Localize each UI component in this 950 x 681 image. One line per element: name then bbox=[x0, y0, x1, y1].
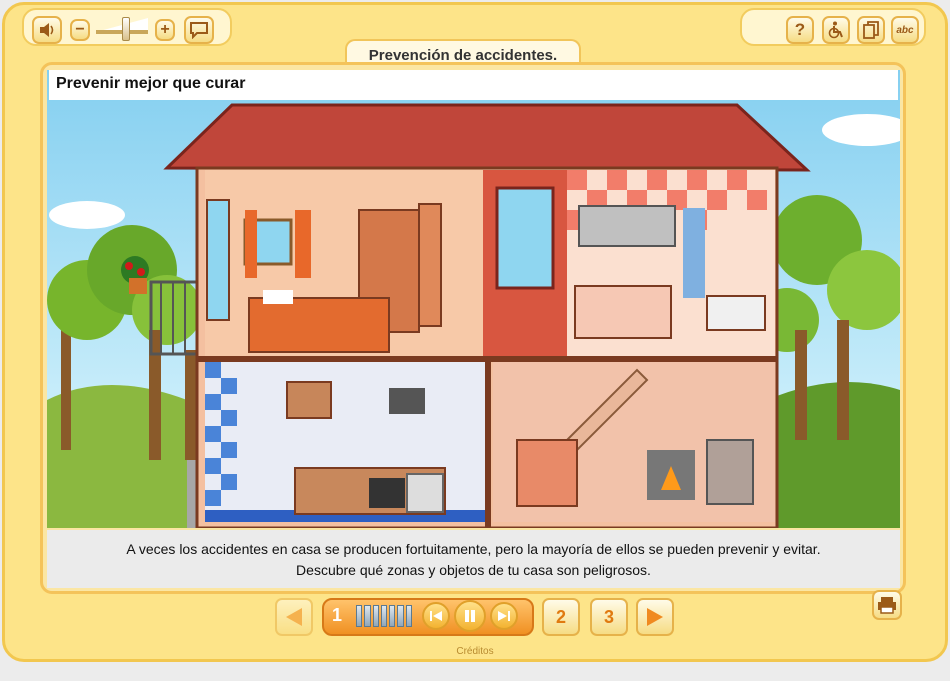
caption-line-1: A veces los accidentes en casa se produc… bbox=[126, 541, 821, 557]
volume-down-button[interactable]: − bbox=[70, 19, 90, 41]
progress-segment bbox=[364, 605, 371, 627]
speaker-icon bbox=[40, 23, 54, 37]
progress-segments bbox=[356, 605, 412, 627]
pause-icon bbox=[465, 610, 475, 622]
house-scene: Prevenir mejor que curar bbox=[47, 70, 900, 528]
page-2-button[interactable]: 2 bbox=[542, 598, 580, 636]
progress-segment bbox=[372, 605, 379, 627]
progress-segment bbox=[356, 605, 363, 627]
forward-button[interactable] bbox=[490, 602, 518, 630]
previous-button[interactable] bbox=[275, 598, 313, 636]
progress-segment bbox=[397, 605, 404, 627]
page-3-button[interactable]: 3 bbox=[590, 598, 628, 636]
speech-bubble-icon bbox=[190, 22, 208, 39]
print-button[interactable] bbox=[872, 590, 902, 620]
house-illustration bbox=[47, 103, 900, 528]
skip-back-icon bbox=[430, 611, 442, 621]
credits-link[interactable]: Créditos bbox=[430, 646, 520, 657]
printer-icon bbox=[878, 597, 896, 614]
progress-segment bbox=[380, 605, 388, 627]
volume-up-button[interactable]: + bbox=[155, 19, 175, 41]
sound-button[interactable] bbox=[32, 16, 62, 44]
description-caption: A veces los accidentes en casa se produc… bbox=[47, 530, 900, 588]
speech-button[interactable] bbox=[184, 16, 214, 44]
current-page-number: 1 bbox=[332, 605, 343, 625]
copy-button[interactable] bbox=[857, 16, 885, 44]
rewind-button[interactable] bbox=[422, 602, 450, 630]
arrow-right-icon bbox=[647, 608, 663, 626]
copy-icon bbox=[863, 21, 879, 39]
help-button[interactable]: ? bbox=[786, 16, 814, 44]
skip-forward-icon bbox=[498, 611, 510, 621]
next-button[interactable] bbox=[636, 598, 674, 636]
pause-button[interactable] bbox=[454, 600, 486, 632]
progress-segment bbox=[389, 605, 396, 627]
progress-segment bbox=[405, 605, 412, 627]
caption-line-2: Descubre qué zonas y objetos de tu casa … bbox=[296, 562, 651, 578]
scene-title: Prevenir mejor que curar bbox=[49, 70, 898, 100]
accessibility-button[interactable] bbox=[822, 16, 850, 44]
text-button[interactable]: abc bbox=[891, 16, 919, 44]
arrow-left-icon bbox=[286, 608, 302, 626]
volume-slider-knob[interactable] bbox=[122, 17, 130, 41]
wheelchair-icon bbox=[828, 21, 843, 39]
